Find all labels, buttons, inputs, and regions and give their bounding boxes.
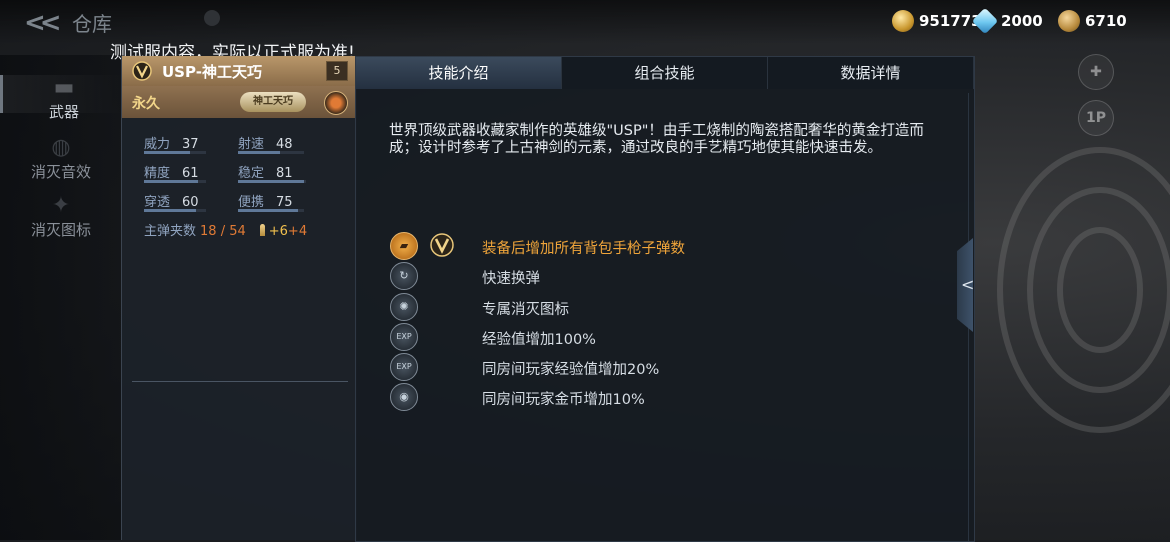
tab-bar: 技能介绍 组合技能 数据详情	[356, 57, 974, 89]
stat-accuracy: 精度 61	[144, 162, 206, 183]
weapon-description: 世界顶级武器收藏家制作的英雄级"USP"！由手工烧制的陶瓷搭配奢华的黄金打造而成…	[389, 123, 924, 156]
stat-power: 威力 37	[144, 133, 206, 154]
stat-bar	[144, 151, 190, 154]
side-nav-label: 武器	[48, 103, 79, 121]
magazine-label: 主弹夹数	[144, 224, 197, 239]
token-amount: 6710	[1085, 12, 1127, 30]
weapon-duration: 永久	[132, 96, 160, 112]
stat-value: 75	[276, 195, 293, 210]
stat-label: 穿透	[144, 195, 171, 210]
stat-value: 60	[182, 195, 199, 210]
magazine-row: 主弹夹数 18 / 54 +6+4	[144, 220, 307, 239]
kill-icon-icon: ✺	[390, 293, 418, 321]
rifle-icon: ▬	[53, 75, 75, 100]
player-slot-button[interactable]: 1P	[1078, 100, 1114, 136]
stat-bar	[144, 209, 196, 212]
stat-label: 稳定	[238, 166, 265, 181]
page-title: 仓库	[72, 12, 112, 36]
magazine-bonus-b: +4	[287, 224, 308, 239]
panel-divider	[132, 381, 348, 382]
gold-coin-icon	[892, 10, 914, 32]
currency-gold[interactable]: 951773	[892, 8, 982, 34]
chevron-left-icon[interactable]: <	[961, 275, 974, 294]
team-gold-icon: ◉	[390, 383, 418, 411]
tab-data-details[interactable]: 数据详情	[768, 57, 974, 89]
skill-text: 经验值增加100%	[482, 332, 596, 348]
skill-text: 同房间玩家金币增加10%	[482, 392, 645, 408]
skill-text: 专属消灭图标	[482, 302, 569, 318]
stat-portability: 便携 75	[238, 191, 304, 212]
detail-panel: 技能介绍 组合技能 数据详情 世界顶级武器收藏家制作的英雄级"USP"！由手工烧…	[355, 56, 975, 542]
stat-stability: 稳定 81	[238, 162, 306, 183]
skill-row: EXP 同房间玩家经验值增加20%	[390, 353, 659, 381]
side-nav-label: 消灭音效	[30, 163, 91, 181]
side-nav: ▬ 武器 ◍ 消灭音效 ✦ 消灭图标	[0, 55, 125, 540]
stat-penetration: 穿透 60	[144, 191, 206, 212]
bullet-icon	[259, 224, 265, 236]
pistol-icon: ▰	[390, 232, 418, 260]
stat-label: 威力	[144, 137, 171, 152]
dot-icon	[204, 10, 220, 26]
reload-icon: ↻	[390, 262, 418, 290]
side-nav-item-kill-sound[interactable]: ◍ 消灭音效	[0, 135, 122, 182]
stat-value: 81	[276, 166, 293, 181]
stat-bar	[238, 209, 298, 212]
skill-row: ↻ 快速换弹	[390, 262, 540, 290]
skill-row: ✺ 专属消灭图标	[390, 293, 569, 321]
team-exp-icon: EXP	[390, 353, 418, 381]
stat-value: 48	[276, 137, 293, 152]
magazine-bonus-a: +6	[268, 224, 288, 239]
side-nav-label: 消灭图标	[30, 221, 91, 239]
skill-text: 装备后增加所有背包手枪子弹数	[482, 241, 685, 257]
side-nav-item-kill-icon[interactable]: ✦ 消灭图标	[0, 193, 122, 240]
currency-diamond[interactable]: 2000	[971, 7, 1043, 35]
stat-bar	[144, 180, 198, 183]
stat-value: 37	[182, 137, 199, 152]
tab-combo-skills[interactable]: 组合技能	[562, 57, 768, 89]
diamond-icon	[971, 7, 999, 35]
exp-icon: EXP	[390, 323, 418, 351]
v-rank-icon	[132, 61, 152, 81]
weapon-info-panel: USP-神工天巧 5 永久 神工天巧 威力 37 射速 48 精度 61 稳定 81 穿…	[121, 56, 357, 540]
target-rings-decoration	[997, 147, 1170, 433]
weapon-name: USP-神工天巧	[162, 63, 262, 81]
skill-row: EXP 经验值增加100%	[390, 323, 596, 351]
side-nav-item-weapons[interactable]: ▬ 武器	[0, 75, 125, 121]
weapon-level-badge: 5	[326, 61, 348, 81]
weapon-subheader: 永久 神工天巧	[122, 86, 356, 118]
currency-token[interactable]: 6710	[1058, 8, 1127, 34]
stat-label: 射速	[238, 137, 265, 152]
emblem-icon: ✦	[51, 193, 71, 218]
stat-fire-rate: 射速 48	[238, 133, 304, 154]
skill-content: 世界顶级武器收藏家制作的英雄级"USP"！由手工烧制的陶瓷搭配奢华的黄金打造而成…	[356, 93, 969, 541]
stat-bar	[238, 151, 280, 154]
stat-label: 便携	[238, 195, 265, 210]
weapon-emblem-icon[interactable]	[324, 91, 348, 115]
diamond-amount: 2000	[1001, 12, 1043, 30]
weapon-header: USP-神工天巧 5	[122, 56, 356, 86]
skill-row: ◉ 同房间玩家金币增加10%	[390, 383, 645, 411]
settings-icon[interactable]: ✚	[1078, 54, 1114, 90]
token-icon	[1058, 10, 1080, 32]
speaker-icon: ◍	[51, 135, 71, 160]
stat-value: 61	[182, 166, 199, 181]
weapon-title-badge: 神工天巧	[240, 92, 306, 112]
v-rank-icon	[430, 233, 454, 257]
stat-bar	[238, 180, 304, 183]
double-chevron-left-icon: <<	[24, 8, 61, 38]
back-button[interactable]: <<	[24, 8, 61, 38]
skill-text: 同房间玩家经验值增加20%	[482, 362, 660, 378]
tab-skill-intro[interactable]: 技能介绍	[356, 57, 562, 89]
skill-row: ▰ 装备后增加所有背包手枪子弹数	[390, 232, 685, 260]
skill-text: 快速换弹	[482, 271, 540, 287]
stat-label: 精度	[144, 166, 171, 181]
magazine-value: 18 / 54	[200, 224, 246, 239]
